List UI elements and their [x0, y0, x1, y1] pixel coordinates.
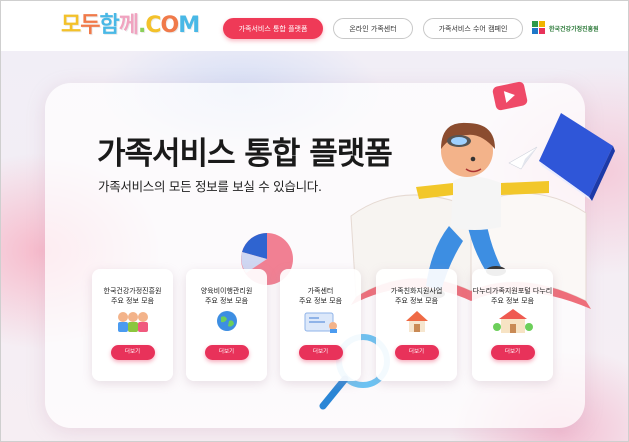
family-icon [117, 312, 148, 332]
service-card-name: 가족친화지원사업 [390, 287, 443, 295]
service-card-danuri[interactable]: 다누리가족지원포털 다누리 주요 정보 모음 더보기 [472, 269, 553, 381]
hero-title: 가족서비스 통합 플랫폼 [97, 136, 393, 172]
globe-icon [216, 311, 237, 331]
service-card-title: 가족센터 주요 정보 모음 [280, 286, 361, 306]
more-button[interactable]: 더보기 [490, 345, 535, 360]
more-button[interactable]: 더보기 [394, 345, 439, 360]
service-card-name: 가족센터 [307, 287, 334, 295]
more-button[interactable]: 더보기 [204, 345, 249, 360]
service-card-name: 양육비이행관리원 [200, 287, 253, 295]
service-card-title: 다누리가족지원포털 다누리 주요 정보 모음 [472, 286, 553, 306]
house-icon [405, 311, 428, 332]
service-card-name: 다누리가족지원포털 다누리 [472, 287, 553, 295]
school-icon [492, 309, 533, 333]
service-card-title: 한국건강가정진흥원 주요 정보 모음 [92, 286, 173, 306]
more-button[interactable]: 더보기 [298, 345, 343, 360]
more-button[interactable]: 더보기 [110, 345, 155, 360]
service-card-kihf[interactable]: 한국건강가정진흥원 주요 정보 모음 더보기 [92, 269, 173, 381]
service-card-caption: 주요 정보 모음 [204, 297, 249, 305]
info-board-icon [304, 312, 337, 333]
page-frame: 모두함께.COM 가족서비스 통합 플랫폼 온라인 가족센터 가족서비스 수어 … [0, 0, 629, 442]
service-card-caption: 주요 정보 모음 [490, 297, 535, 305]
service-card-child-support[interactable]: 양육비이행관리원 주요 정보 모음 더보기 [186, 269, 267, 381]
service-card-caption: 주요 정보 모음 [298, 297, 343, 305]
service-card-title: 양육비이행관리원 주요 정보 모음 [186, 286, 267, 306]
blue-book-icon [539, 113, 615, 201]
play-icon [492, 81, 528, 111]
service-card-caption: 주요 정보 모음 [394, 297, 439, 305]
service-card-family-friendly[interactable]: 가족친화지원사업 주요 정보 모음 더보기 [376, 269, 457, 381]
service-card-family-center[interactable]: 가족센터 주요 정보 모음 더보기 [280, 269, 361, 381]
service-card-title: 가족친화지원사업 주요 정보 모음 [376, 286, 457, 306]
hero-subtitle: 가족서비스의 모든 정보를 보실 수 있습니다. [98, 179, 322, 194]
service-card-name: 한국건강가정진흥원 [103, 287, 162, 295]
service-card-caption: 주요 정보 모음 [110, 297, 155, 305]
paper-plane-icon [508, 146, 538, 170]
